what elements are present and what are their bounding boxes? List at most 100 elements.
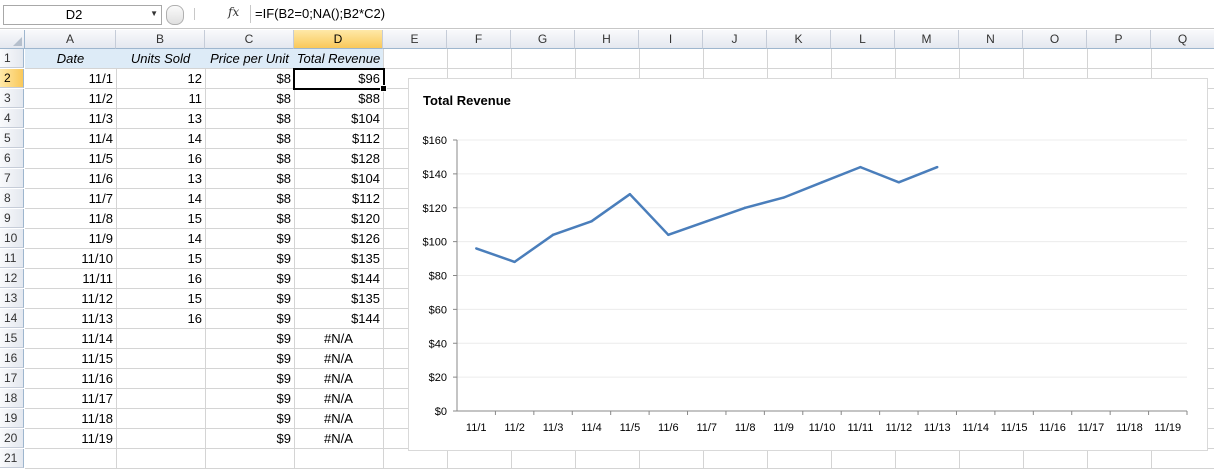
grid-cell[interactable] <box>639 49 704 69</box>
table-cell[interactable] <box>116 349 206 369</box>
grid-cell[interactable] <box>1151 49 1214 69</box>
table-cell[interactable] <box>294 449 384 469</box>
data-point[interactable] <box>782 196 785 199</box>
row-header-15[interactable]: 15 <box>0 329 24 348</box>
grid-cell[interactable] <box>575 49 640 69</box>
data-point[interactable] <box>551 233 555 237</box>
grid-cell[interactable] <box>767 49 832 69</box>
header-cell[interactable]: Date <box>25 49 117 69</box>
column-header-f[interactable]: F <box>447 30 511 49</box>
row-header-18[interactable]: 18 <box>0 389 24 408</box>
grid-cell[interactable] <box>959 449 1024 469</box>
grid-cell[interactable] <box>1087 49 1152 69</box>
header-cell[interactable]: Price per Unit <box>205 49 295 69</box>
table-cell[interactable] <box>116 449 206 469</box>
table-cell[interactable] <box>116 429 206 449</box>
insert-function-icon[interactable]: fx <box>228 5 239 19</box>
table-cell[interactable]: 11/2 <box>25 89 117 109</box>
column-header-l[interactable]: L <box>831 30 895 49</box>
row-header-1[interactable]: 1 <box>0 49 24 68</box>
table-cell[interactable]: $8 <box>205 69 295 89</box>
table-cell[interactable]: $135 <box>294 249 384 269</box>
table-cell[interactable]: $126 <box>294 229 384 249</box>
table-cell[interactable]: 11/5 <box>25 149 117 169</box>
table-cell[interactable]: #N/A <box>294 409 384 429</box>
table-cell[interactable]: 11/10 <box>25 249 117 269</box>
table-cell[interactable]: 11/8 <box>25 209 117 229</box>
table-cell[interactable] <box>116 409 206 429</box>
table-cell[interactable]: $112 <box>294 189 384 209</box>
table-cell[interactable]: 11 <box>116 89 206 109</box>
table-cell[interactable]: 13 <box>116 109 206 129</box>
grid-cell[interactable] <box>1087 449 1152 469</box>
column-header-j[interactable]: J <box>703 30 767 49</box>
row-header-16[interactable]: 16 <box>0 349 24 368</box>
table-cell[interactable]: $8 <box>205 109 295 129</box>
formula-bar-toggle-button[interactable] <box>166 5 184 25</box>
table-cell[interactable]: $8 <box>205 129 295 149</box>
data-point[interactable] <box>859 165 862 169</box>
table-cell[interactable] <box>116 369 206 389</box>
select-all-button[interactable] <box>0 30 25 49</box>
column-header-o[interactable]: O <box>1023 30 1087 49</box>
row-header-8[interactable]: 8 <box>0 189 24 208</box>
grid-cell[interactable] <box>767 449 832 469</box>
header-cell[interactable]: Total Revenue <box>294 49 384 69</box>
grid-cell[interactable] <box>383 449 448 469</box>
table-cell[interactable]: 14 <box>116 129 206 149</box>
table-cell[interactable]: 11/12 <box>25 289 117 309</box>
table-cell[interactable]: $104 <box>294 169 384 189</box>
column-header-h[interactable]: H <box>575 30 639 49</box>
table-cell[interactable]: $128 <box>294 149 384 169</box>
table-cell[interactable]: 11/16 <box>25 369 117 389</box>
table-cell[interactable]: 11/4 <box>25 129 117 149</box>
grid-cell[interactable] <box>831 449 896 469</box>
table-cell[interactable]: #N/A <box>294 329 384 349</box>
data-point[interactable] <box>743 206 747 209</box>
table-cell[interactable]: 15 <box>116 289 206 309</box>
column-header-k[interactable]: K <box>767 30 831 49</box>
table-cell[interactable]: #N/A <box>294 349 384 369</box>
column-header-g[interactable]: G <box>511 30 575 49</box>
data-point[interactable] <box>705 220 708 223</box>
grid-cell[interactable] <box>1151 449 1214 469</box>
column-header-q[interactable]: Q <box>1151 30 1214 49</box>
grid-cell[interactable] <box>1023 49 1088 69</box>
series-line[interactable] <box>475 165 938 264</box>
table-cell[interactable]: 11/14 <box>25 329 117 349</box>
row-header-14[interactable]: 14 <box>0 309 24 328</box>
table-cell[interactable]: 12 <box>116 69 206 89</box>
table-cell[interactable]: #N/A <box>294 429 384 449</box>
table-cell[interactable]: $9 <box>205 329 295 349</box>
table-cell[interactable]: $112 <box>294 129 384 149</box>
grid-cell[interactable] <box>575 449 640 469</box>
table-cell[interactable]: 16 <box>116 149 206 169</box>
row-header-7[interactable]: 7 <box>0 169 24 188</box>
header-cell[interactable]: Units Sold <box>116 49 206 69</box>
table-cell[interactable]: $144 <box>294 269 384 289</box>
row-header-13[interactable]: 13 <box>0 289 24 308</box>
column-header-i[interactable]: I <box>639 30 703 49</box>
grid-cell[interactable] <box>639 449 704 469</box>
table-cell[interactable] <box>116 329 206 349</box>
data-point[interactable] <box>475 247 478 250</box>
table-cell[interactable]: $104 <box>294 109 384 129</box>
grid-cell[interactable] <box>831 49 896 69</box>
row-header-17[interactable]: 17 <box>0 369 24 388</box>
table-cell[interactable]: 11/9 <box>25 229 117 249</box>
column-header-e[interactable]: E <box>383 30 447 49</box>
table-cell[interactable]: $8 <box>205 149 295 169</box>
table-cell[interactable]: 15 <box>116 249 206 269</box>
row-header-11[interactable]: 11 <box>0 249 24 268</box>
table-cell[interactable]: $9 <box>205 229 295 249</box>
table-cell[interactable]: 16 <box>116 309 206 329</box>
table-cell[interactable]: $9 <box>205 349 295 369</box>
table-cell[interactable] <box>116 389 206 409</box>
data-point[interactable] <box>936 165 939 169</box>
row-header-21[interactable]: 21 <box>0 449 24 468</box>
table-cell[interactable]: #N/A <box>294 369 384 389</box>
table-cell[interactable]: 11/6 <box>25 169 117 189</box>
table-cell[interactable] <box>205 449 295 469</box>
grid-cell[interactable] <box>959 49 1024 69</box>
table-cell[interactable]: $9 <box>205 409 295 429</box>
